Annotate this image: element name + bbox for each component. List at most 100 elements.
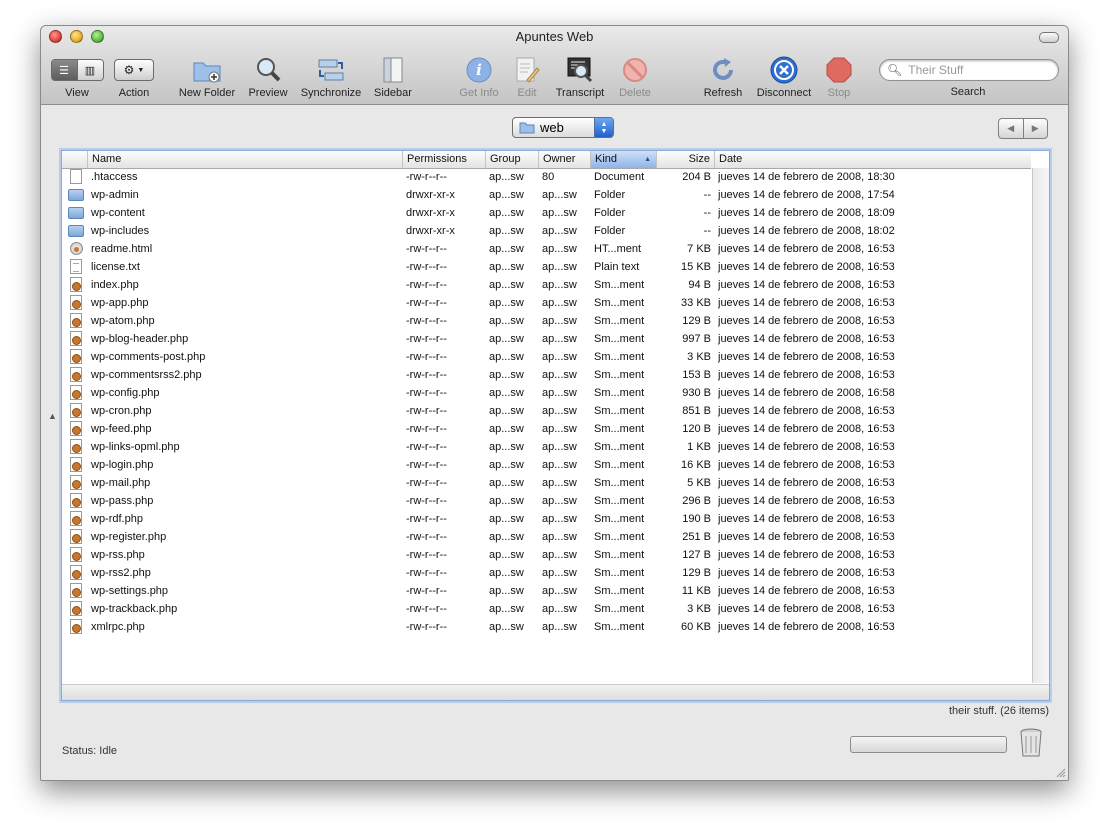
horizontal-scrollbar[interactable] <box>62 684 1049 700</box>
transfer-progress-bar <box>850 736 1007 753</box>
new-folder-button[interactable]: New Folder <box>175 54 239 99</box>
file-group: ap...sw <box>489 189 524 201</box>
file-date: jueves 14 de febrero de 2008, 16:53 <box>718 423 895 435</box>
file-row[interactable]: wp-atom.php -rw-r--r-- ap...sw ap...sw Sm...… <box>62 312 1031 330</box>
list-view-icon[interactable]: ☰ <box>51 60 77 80</box>
resize-grip-icon[interactable] <box>1056 768 1066 778</box>
file-date: jueves 14 de febrero de 2008, 18:09 <box>718 207 895 219</box>
file-row[interactable]: index.php -rw-r--r-- ap...sw ap...sw Sm...me… <box>62 276 1031 294</box>
sidebar-button[interactable]: Sidebar <box>369 54 417 99</box>
file-row[interactable]: wp-admin drwxr-xr-x ap...sw ap...sw Folder --… <box>62 186 1031 204</box>
file-permissions: -rw-r--r-- <box>406 513 447 525</box>
search-field[interactable]: 🔍︎ <box>879 59 1059 81</box>
column-header-name[interactable]: Name <box>87 151 402 168</box>
file-row[interactable]: wp-pass.php -rw-r--r-- ap...sw ap...sw Sm...… <box>62 492 1031 510</box>
file-row[interactable]: wp-content drwxr-xr-x ap...sw ap...sw Folder… <box>62 204 1031 222</box>
back-arrow-icon[interactable]: ◀ <box>999 119 1023 138</box>
php-file-icon <box>70 529 82 544</box>
file-date: jueves 14 de febrero de 2008, 16:53 <box>718 621 895 633</box>
file-row[interactable]: wp-login.php -rw-r--r-- ap...sw ap...sw Sm..… <box>62 456 1031 474</box>
file-date: jueves 14 de febrero de 2008, 16:53 <box>718 603 895 615</box>
location-folder-name: web <box>540 120 564 135</box>
column-header-kind[interactable]: Kind ▲ <box>590 151 656 168</box>
file-row[interactable]: wp-rss.php -rw-r--r-- ap...sw ap...sw Sm...m… <box>62 546 1031 564</box>
file-kind: Sm...ment <box>594 297 645 309</box>
file-name: wp-trackback.php <box>91 603 178 615</box>
php-file-icon <box>70 403 82 418</box>
file-row[interactable]: readme.html -rw-r--r-- ap...sw ap...sw HT...… <box>62 240 1031 258</box>
file-group: ap...sw <box>489 567 524 579</box>
file-row[interactable]: .htaccess -rw-r--r-- ap...sw 80 Document 204 … <box>62 168 1031 186</box>
file-row[interactable]: wp-rss2.php -rw-r--r-- ap...sw ap...sw Sm...… <box>62 564 1031 582</box>
file-row[interactable]: wp-register.php -rw-r--r-- ap...sw ap...sw S… <box>62 528 1031 546</box>
toolbar-toggle-button[interactable] <box>1039 32 1059 43</box>
column-view-icon[interactable]: ▥ <box>76 60 103 80</box>
file-row[interactable]: xmlrpc.php -rw-r--r-- ap...sw ap...sw Sm...m… <box>62 618 1031 636</box>
file-row[interactable]: wp-comments-post.php -rw-r--r-- ap...sw ap.… <box>62 348 1031 366</box>
file-owner: ap...sw <box>542 549 577 561</box>
file-row[interactable]: wp-links-opml.php -rw-r--r-- ap...sw ap...s… <box>62 438 1031 456</box>
file-permissions: -rw-r--r-- <box>406 585 447 597</box>
file-kind: Sm...ment <box>594 567 645 579</box>
delete-button[interactable]: Delete <box>614 54 656 99</box>
synchronize-button[interactable]: Synchronize <box>297 54 365 99</box>
file-date: jueves 14 de febrero de 2008, 16:53 <box>718 243 895 255</box>
location-popup[interactable]: web ▲ ▼ <box>512 117 614 138</box>
file-row[interactable]: wp-settings.php -rw-r--r-- ap...sw ap...sw S… <box>62 582 1031 600</box>
file-permissions: drwxr-xr-x <box>406 189 455 201</box>
trash-icon[interactable] <box>1020 728 1042 758</box>
file-row[interactable]: wp-feed.php -rw-r--r-- ap...sw ap...sw Sm...… <box>62 420 1031 438</box>
file-group: ap...sw <box>489 549 524 561</box>
file-owner: ap...sw <box>542 459 577 471</box>
file-owner: ap...sw <box>542 261 577 273</box>
column-header-size[interactable]: Size <box>656 151 714 168</box>
file-kind: Sm...ment <box>594 585 645 597</box>
disconnect-button[interactable]: Disconnect <box>751 54 817 99</box>
refresh-button[interactable]: Refresh <box>699 54 747 99</box>
file-row[interactable]: wp-trackback.php -rw-r--r-- ap...sw ap...sw… <box>62 600 1031 618</box>
get-info-button[interactable]: i Get Info <box>453 54 505 99</box>
column-header-group[interactable]: Group <box>485 151 538 168</box>
file-row[interactable]: license.txt -rw-r--r-- ap...sw ap...sw Plain… <box>62 258 1031 276</box>
disconnect-icon <box>770 56 798 84</box>
file-row[interactable]: wp-app.php -rw-r--r-- ap...sw ap...sw Sm...m… <box>62 294 1031 312</box>
column-header-permissions[interactable]: Permissions <box>402 151 485 168</box>
file-row[interactable]: wp-commentsrss2.php -rw-r--r-- ap...sw ap..… <box>62 366 1031 384</box>
file-date: jueves 14 de febrero de 2008, 16:53 <box>718 333 895 345</box>
php-file-icon <box>70 457 82 472</box>
php-file-icon <box>70 547 82 562</box>
file-group: ap...sw <box>489 495 524 507</box>
file-group: ap...sw <box>489 333 524 345</box>
file-name: wp-includes <box>91 225 150 237</box>
php-file-icon <box>70 475 82 490</box>
file-date: jueves 14 de febrero de 2008, 16:53 <box>718 513 895 525</box>
preview-button[interactable]: Preview <box>244 54 292 99</box>
file-row[interactable]: wp-mail.php -rw-r--r-- ap...sw ap...sw Sm...… <box>62 474 1031 492</box>
file-name: index.php <box>91 279 139 291</box>
file-name: license.txt <box>91 261 140 273</box>
file-row[interactable]: wp-blog-header.php -rw-r--r-- ap...sw ap...… <box>62 330 1031 348</box>
search-input[interactable] <box>906 62 1051 78</box>
file-row[interactable]: wp-config.php -rw-r--r-- ap...sw ap...sw Sm.… <box>62 384 1031 402</box>
file-row[interactable]: wp-includes drwxr-xr-x ap...sw ap...sw Folde… <box>62 222 1031 240</box>
file-permissions: -rw-r--r-- <box>406 243 447 255</box>
file-row[interactable]: wp-rdf.php -rw-r--r-- ap...sw ap...sw Sm...m… <box>62 510 1031 528</box>
action-button[interactable]: ⚙ ▼ Action <box>111 54 157 99</box>
file-group: ap...sw <box>489 297 524 309</box>
edit-button[interactable]: Edit <box>509 54 545 99</box>
folder-icon <box>68 207 84 219</box>
file-kind: Document <box>594 171 645 183</box>
stop-button[interactable]: Stop <box>821 54 857 99</box>
column-header-owner[interactable]: Owner <box>538 151 590 168</box>
file-group: ap...sw <box>489 279 524 291</box>
column-header-date[interactable]: Date <box>714 151 1031 168</box>
file-row[interactable]: wp-cron.php -rw-r--r-- ap...sw ap...sw Sm...… <box>62 402 1031 420</box>
view-control[interactable]: ☰ ▥ View <box>49 54 105 99</box>
file-permissions: -rw-r--r-- <box>406 567 447 579</box>
vertical-scrollbar[interactable] <box>1032 168 1049 683</box>
file-name: wp-rdf.php <box>91 513 143 525</box>
forward-arrow-icon[interactable]: ▶ <box>1022 119 1048 138</box>
transcript-button[interactable]: Transcript <box>550 54 610 99</box>
expand-caret-icon[interactable]: ▲ <box>48 411 57 421</box>
file-name: readme.html <box>91 243 153 255</box>
